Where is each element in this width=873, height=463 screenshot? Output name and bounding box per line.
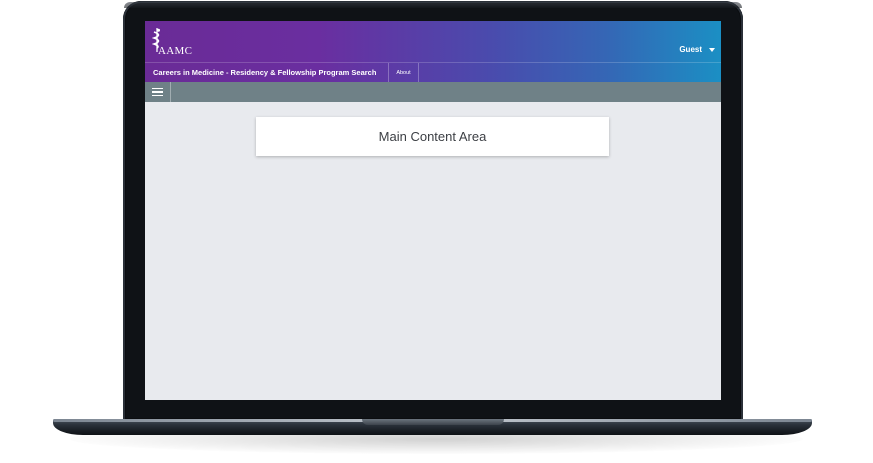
aamc-logo[interactable]: AAMC: [151, 28, 193, 58]
main-content-card: Main Content Area: [256, 117, 609, 156]
laptop-mockup: AAMC Guest Careers in Medicine - Residen…: [0, 0, 873, 463]
app-title[interactable]: Careers in Medicine - Residency & Fellow…: [153, 68, 376, 77]
nav-item-about[interactable]: About: [388, 63, 419, 83]
main-content-label: Main Content Area: [378, 129, 487, 144]
laptop-lid-rim: [124, 2, 742, 8]
menu-bar-line: [152, 87, 163, 90]
laptop-notch: [362, 419, 504, 425]
menu-bar-line: [152, 94, 163, 97]
toolbar: [145, 82, 721, 102]
caret-down-icon: [709, 47, 715, 52]
logo-text: AAMC: [158, 45, 193, 57]
app-navbar: Careers in Medicine - Residency & Fellow…: [145, 62, 721, 83]
user-menu-label: Guest: [679, 45, 702, 54]
hamburger-menu-icon[interactable]: [145, 82, 171, 102]
user-menu-dropdown[interactable]: Guest: [679, 45, 715, 54]
menu-bar-line: [152, 91, 163, 93]
nav-item-about-label: About: [396, 70, 411, 76]
app-header: AAMC Guest: [145, 21, 721, 62]
app-screen: AAMC Guest Careers in Medicine - Residen…: [145, 21, 721, 400]
